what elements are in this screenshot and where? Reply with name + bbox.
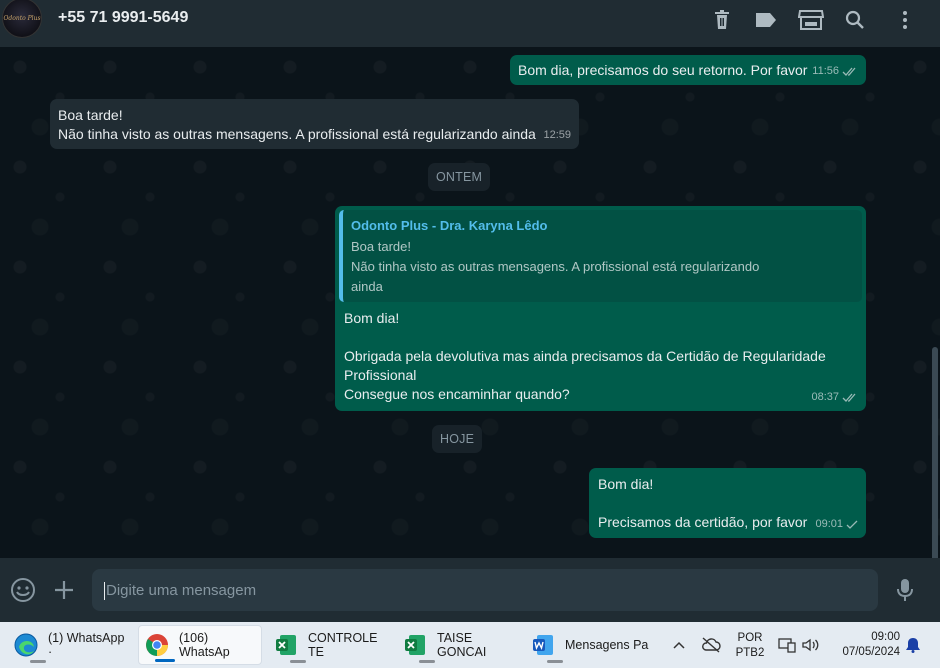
more-vert-icon[interactable] [893, 8, 917, 32]
search-icon[interactable] [843, 8, 867, 32]
clock-time: 09:00 [871, 631, 900, 643]
taskbar-app-label: Mensagens Pa [565, 638, 649, 652]
message-line [344, 328, 826, 347]
language-code: POR [737, 632, 763, 644]
date-divider: ONTEM [428, 163, 491, 191]
taskbar-app-label: TAISE GONCAI [437, 631, 487, 659]
taskbar-app-label: (1) WhatsApp · [48, 631, 125, 659]
taskbar-indicator [419, 660, 435, 663]
taskbar-app-excel[interactable]: CONTROLE TE [268, 625, 390, 665]
scrollbar[interactable] [932, 347, 938, 558]
label-icon[interactable] [754, 8, 778, 32]
word-icon [531, 633, 555, 657]
contact-name[interactable]: +55 71 9991-5649 [58, 9, 188, 27]
emoji-icon[interactable] [9, 576, 37, 604]
store-icon[interactable] [797, 8, 825, 32]
taskbar: (1) WhatsApp · (106) WhatsAp CONTROLE TE… [0, 622, 940, 668]
message-meta: 08:37 [811, 388, 858, 407]
message-time: 11:56 [812, 65, 839, 77]
volume-icon[interactable] [800, 622, 822, 668]
language-indicator[interactable]: POR PTB2 [735, 631, 765, 661]
keyboard-layout: PTB2 [735, 647, 765, 659]
double-check-icon [842, 67, 856, 76]
message-meta: 12:59 [543, 126, 571, 145]
taskbar-app-edge[interactable]: (1) WhatsApp · [8, 625, 132, 665]
quoted-line: ainda [351, 279, 383, 294]
plus-icon[interactable] [50, 576, 78, 604]
avatar[interactable]: Odonto Plus [2, 0, 42, 38]
taskbar-indicator [547, 660, 563, 663]
quoted-message[interactable]: Odonto Plus - Dra. Karyna Lêdo Boa tarde… [339, 210, 862, 302]
mic-icon[interactable] [891, 576, 919, 604]
chat-header: Odonto Plus +55 71 9991-5649 [0, 0, 940, 47]
message-time: 12:59 [543, 129, 571, 141]
message-outgoing[interactable]: Bom dia, precisamos do seu retorno. Por … [510, 55, 866, 85]
taskbar-app-label: CONTROLE TE [308, 631, 378, 659]
notification-bell-icon[interactable] [903, 622, 923, 668]
system-clock[interactable]: 09:00 07/05/2024 [838, 630, 900, 660]
taskbar-indicator [290, 660, 306, 663]
taskbar-app-word[interactable]: Mensagens Pa [525, 625, 649, 665]
message-incoming[interactable]: Boa tarde! Não tinha visto as outras men… [50, 99, 579, 149]
edge-icon [14, 633, 38, 657]
check-icon [846, 520, 858, 529]
message-meta: 11:56 [812, 62, 858, 81]
chrome-icon [145, 633, 169, 657]
message-meta: 09:01 [815, 515, 858, 534]
composer [0, 558, 940, 622]
message-time: 08:37 [811, 391, 839, 403]
taskbar-app-label: (106) WhatsAp [179, 631, 230, 659]
clock-date: 07/05/2024 [842, 646, 900, 658]
message-line: Obrigada pela devolutiva mas ainda preci… [344, 348, 826, 364]
display-icon[interactable] [776, 622, 798, 668]
message-line: Bom dia! [598, 476, 654, 492]
trash-icon[interactable] [710, 8, 734, 32]
message-line: Não tinha visto as outras mensagens. A p… [58, 126, 536, 142]
message-line: Bom dia! [344, 310, 400, 326]
message-line: Profissional [344, 367, 417, 383]
avatar-logo: Odonto Plus [3, 14, 41, 22]
message-outgoing-reply[interactable]: Odonto Plus - Dra. Karyna Lêdo Boa tarde… [335, 206, 866, 411]
chevron-up-icon[interactable] [668, 622, 690, 668]
message-line [598, 494, 857, 513]
message-line: Boa tarde! [58, 107, 123, 123]
taskbar-indicator [30, 660, 46, 663]
quoted-line: Não tinha visto as outras mensagens. A p… [351, 259, 760, 274]
message-list[interactable]: Bom dia, precisamos do seu retorno. Por … [0, 47, 940, 558]
taskbar-indicator [155, 659, 175, 662]
double-check-icon [842, 393, 856, 402]
date-divider: HOJE [432, 425, 483, 453]
message-body: Bom dia! Obrigada pela devolutiva mas ai… [344, 309, 826, 404]
taskbar-app-excel[interactable]: TAISE GONCAI [397, 625, 521, 665]
quoted-line: Boa tarde! [351, 239, 411, 254]
excel-icon [274, 633, 298, 657]
message-outgoing[interactable]: Bom dia! Precisamos da certidão, por fav… [589, 468, 866, 538]
text-caret [104, 582, 105, 600]
quoted-author: Odonto Plus - Dra. Karyna Lêdo [351, 218, 548, 233]
message-input[interactable] [92, 569, 878, 611]
cloud-offline-icon[interactable] [699, 622, 723, 668]
message-text: Bom dia, precisamos do seu retorno. Por … [518, 62, 808, 78]
excel-icon [403, 633, 427, 657]
message-line: Consegue nos encaminhar quando? [344, 386, 570, 402]
message-time: 09:01 [815, 518, 843, 530]
taskbar-app-chrome[interactable]: (106) WhatsAp [138, 625, 262, 665]
